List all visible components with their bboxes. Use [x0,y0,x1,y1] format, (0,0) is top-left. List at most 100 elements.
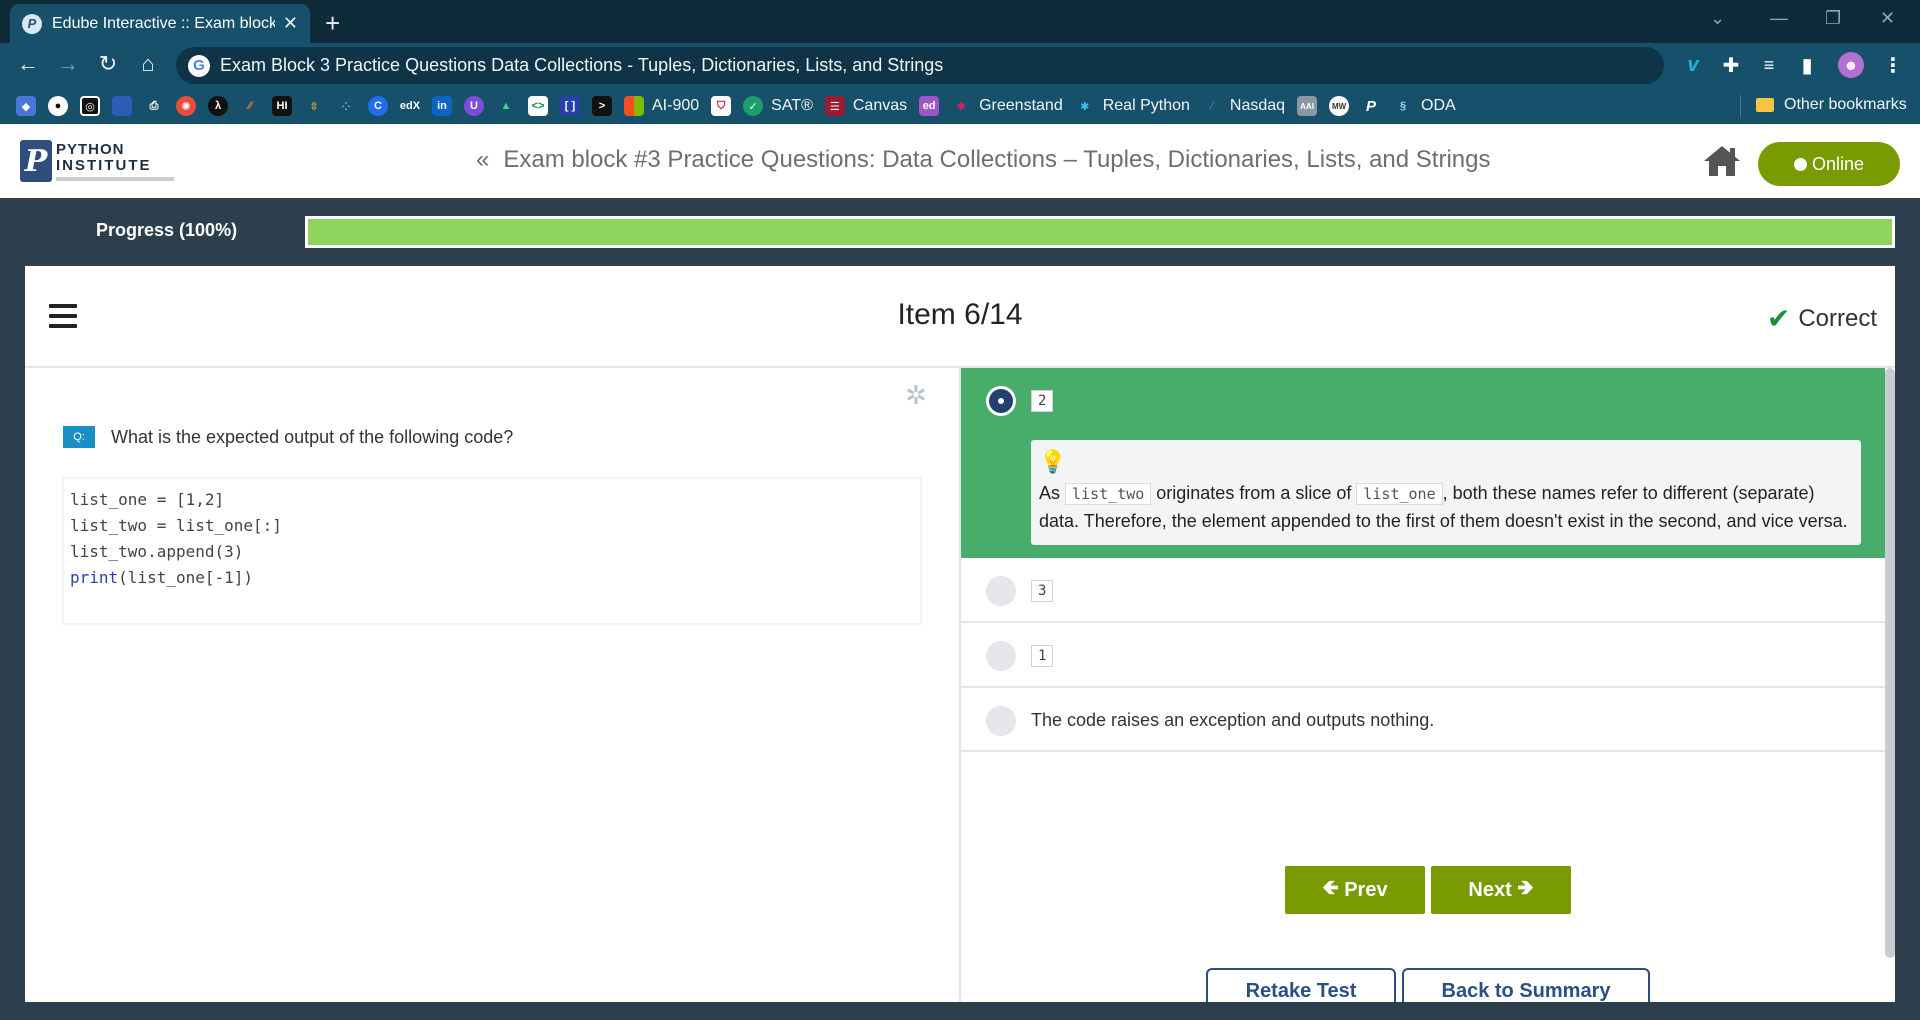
answer-option-1[interactable]: 2 💡 As list_two originates from a slice … [961,368,1885,558]
online-status-button[interactable]: Online [1758,142,1900,186]
bookmark-ai-900[interactable]: AI-900 [624,96,699,116]
bookmark-linkedin[interactable]: in [432,96,452,116]
bookmark-hi[interactable]: HI [272,96,292,116]
bookmark-aai[interactable]: AAI [1297,96,1318,116]
logo-tagline [56,176,174,181]
logo-line-1: PYTHON [56,140,125,158]
arrow-right-icon: 🡺 [1511,877,1534,899]
code-line: list_two.append(3) [70,542,244,561]
page-header: P PYTHON INSTITUTE « Exam block #3 Practi… [0,124,1920,198]
home-browser-icon[interactable]: ⌂ [134,51,162,77]
bookmark-layers[interactable]: ◆ [16,96,36,116]
sat-check-icon: ✓ [743,96,764,116]
prev-button[interactable]: 🡸 Prev [1285,866,1425,914]
home-icon[interactable] [1702,144,1742,178]
bookmark-shield[interactable]: ⛉ [711,96,732,116]
radio-unselected[interactable] [986,576,1016,606]
summary-buttons: Retake Test Back to Summary [961,968,1895,1002]
bookmark-android[interactable]: ▲ [496,96,516,116]
python-institute-logo[interactable]: P PYTHON INSTITUTE [20,140,174,182]
window-close-icon[interactable]: ✕ [1880,8,1895,29]
side-panel-icon[interactable]: ▮ [1794,52,1820,78]
address-bar[interactable]: G Exam Block 3 Practice Questions Data C… [176,47,1664,84]
code-line: print(list_one[-1]) [70,568,254,587]
bookmark-c[interactable]: C [368,96,388,116]
bookmark-printer[interactable]: ⎙ [144,96,164,116]
bookmark-dots[interactable]: ⁘ [336,96,356,116]
bookmark-slashes[interactable]: ⁄⁄ [240,96,260,116]
answer-option-2[interactable]: 3 [961,558,1885,623]
python-institute-icon: P [1366,97,1377,115]
report-bug-icon[interactable]: ✲ [905,380,927,411]
bookmark-github[interactable]: ● [48,96,68,116]
navigation-buttons: 🡸 Prev Next 🡺 [961,866,1895,914]
bookmark-p[interactable]: P [1361,96,1381,116]
tab-search-icon[interactable]: ⌄ [1710,8,1725,29]
lightbulb-icon: 💡 [1039,449,1067,474]
reload-icon[interactable]: ↻ [94,51,122,77]
item-counter: Item 6/14 [897,298,1023,331]
new-tab-icon[interactable]: + [325,8,340,39]
reading-list-icon[interactable]: ≡ [1756,52,1782,78]
minimize-icon[interactable]: — [1770,8,1788,29]
bookmark-pinwheel[interactable]: ✺ [176,96,196,116]
bookmark-code[interactable]: <> [528,96,548,116]
tab-title: Edube Interactive :: Exam block # [52,14,275,32]
bookmark-blue-square[interactable] [112,96,132,116]
collapse-chevron-icon[interactable]: « [476,146,489,173]
answer-text: The code raises an exception and outputs… [1031,710,1435,730]
shield-icon: ⛉ [711,96,732,116]
arrows-icon: ⇳ [309,100,319,113]
extensions-icon[interactable]: ✚ [1718,52,1744,78]
bookmark-sat[interactable]: ✓ SAT® [743,96,813,116]
bookmark-greenstand[interactable]: ✱ Greenstand [951,96,1063,116]
bookmark-lambda[interactable]: λ [208,96,228,116]
blue-square-icon [112,96,132,116]
bookmark-ed[interactable]: ed [919,96,940,116]
code-line: list_one = [1,2] [70,490,225,509]
answer-option-4[interactable]: The code raises an exception and outputs… [961,688,1885,752]
scrollbar[interactable] [1885,368,1895,958]
bookmark-brackets[interactable]: [ ] [560,96,580,116]
bookmark-arrows[interactable]: ⇳ [304,96,324,116]
bookmark-circle[interactable]: ◎ [80,96,100,116]
restore-icon[interactable]: ❐ [1825,8,1841,29]
u-logo-icon: U [464,96,484,116]
answer-option-3[interactable]: 1 [961,623,1885,688]
bookmark-mw[interactable]: MW [1329,96,1350,116]
bookmark-canvas[interactable]: ☰ Canvas [824,96,907,116]
next-button[interactable]: Next 🡺 [1431,866,1571,914]
vimeo-extension-icon[interactable]: v [1680,52,1706,78]
answer-value: 2 [1031,390,1054,412]
browser-tab[interactable]: P Edube Interactive :: Exam block # ✕ [10,4,310,43]
radio-unselected[interactable] [986,706,1016,736]
menu-kebab-icon[interactable]: ⋮ [1880,52,1906,78]
back-icon[interactable]: ← [14,51,42,77]
slack-icon-2: ✱ [1080,100,1090,113]
bookmark-edx[interactable]: edX [400,96,420,116]
other-bookmarks[interactable]: Other bookmarks [1756,96,1907,114]
bookmark-nasdaq[interactable]: ⁄ Nasdaq [1202,96,1285,116]
answer-status-label: Correct [1798,304,1877,332]
bookmark-terminal[interactable]: > [592,96,612,116]
profile-avatar[interactable]: ☻ [1838,52,1864,78]
back-to-summary-button[interactable]: Back to Summary [1402,968,1650,1002]
radio-unselected[interactable] [986,641,1016,671]
answer-status: ✔ Correct [1767,302,1877,335]
exam-title: « Exam block #3 Practice Questions: Data … [476,146,1490,174]
retake-test-button[interactable]: Retake Test [1206,968,1396,1002]
layers-icon: ◆ [16,96,36,116]
radio-selected[interactable] [986,386,1016,416]
lambda-icon: λ [208,96,228,116]
forward-icon[interactable]: → [54,51,82,77]
inline-code: list_two [1065,483,1152,505]
tab-close-icon[interactable]: ✕ [283,13,298,34]
bookmark-real-python[interactable]: ✱ Real Python [1075,96,1190,116]
brackets-icon: [ ] [560,96,580,116]
folder-icon [1756,98,1774,112]
question-column: ✲ Q: What is the expected output of the … [25,368,959,1002]
slashes-icon: ⁄⁄ [248,100,252,112]
progress-bar [305,216,1895,248]
bookmark-u[interactable]: U [464,96,484,116]
bookmark-oda[interactable]: § ODA [1393,96,1456,116]
